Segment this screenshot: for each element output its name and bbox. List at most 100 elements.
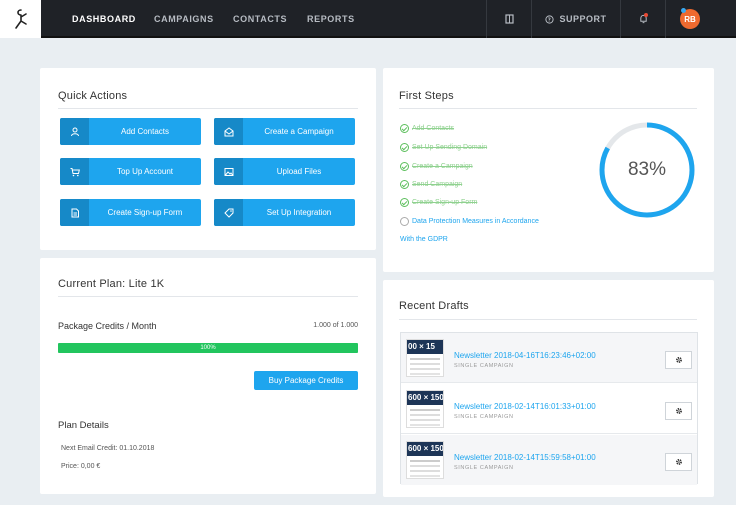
- campaign-icon: [214, 118, 243, 145]
- step-send-campaign[interactable]: Send Campaign: [400, 180, 462, 189]
- step-label: Data Protection Measures in Accordance: [412, 218, 539, 225]
- book-button[interactable]: [487, 0, 531, 38]
- divider: [399, 319, 697, 320]
- draft-type: SINGLE CAMPAIGN: [454, 414, 514, 420]
- support-button[interactable]: ? SUPPORT: [532, 0, 620, 38]
- plan-title: Current Plan: Lite 1K: [58, 278, 165, 290]
- button-label: Top Up Account: [116, 167, 174, 176]
- logo-icon: [14, 9, 27, 29]
- first-steps-card: First Steps Add Contacts Set Up Sending …: [383, 68, 714, 272]
- divider: [58, 296, 358, 297]
- draft-row[interactable]: 600 × 150 Newsletter 2018-02-14T16:01:33…: [401, 384, 697, 434]
- nav-dashboard[interactable]: DASHBOARD: [72, 0, 136, 38]
- draft-row[interactable]: 600 × 150 Newsletter 2018-02-14T15:59:58…: [401, 435, 697, 485]
- gear-icon: [675, 357, 682, 363]
- draft-settings-button[interactable]: [665, 402, 692, 420]
- check-icon: [400, 180, 409, 189]
- nav-campaigns[interactable]: CAMPAIGNS: [154, 0, 214, 38]
- image-icon: [214, 158, 243, 185]
- step-label: Create a Campaign: [412, 163, 473, 170]
- next-email-credit: Next Email Credit: 01.10.2018: [61, 445, 155, 452]
- card-title: Recent Drafts: [399, 300, 469, 312]
- status-dot: [681, 8, 686, 13]
- pending-icon: [400, 217, 409, 226]
- check-icon: [400, 124, 409, 133]
- check-icon: [400, 198, 409, 207]
- nav-contacts[interactable]: CONTACTS: [233, 0, 287, 38]
- drafts-list: 00 × 15 Newsletter 2018-04-16T16:23:46+0…: [400, 332, 698, 485]
- thumbnail-lines: [410, 409, 440, 411]
- step-label: Create Sign-up Form: [412, 199, 478, 206]
- draft-settings-button[interactable]: [665, 351, 692, 369]
- add-contacts-button[interactable]: Add Contacts: [60, 118, 201, 145]
- quick-actions-card: Quick Actions Add Contacts Create a Camp…: [40, 68, 376, 250]
- gear-icon: [675, 459, 682, 465]
- credits-value: 1.000 of 1.000: [313, 322, 358, 329]
- draft-title-link[interactable]: Newsletter 2018-04-16T16:23:46+02:00: [454, 351, 596, 360]
- notification-badge: [644, 13, 648, 17]
- thumbnail-placeholder: 600 × 150: [407, 442, 443, 456]
- thumbnail-lines: [410, 358, 440, 360]
- app-logo[interactable]: [0, 0, 41, 38]
- svg-text:?: ?: [548, 17, 552, 23]
- draft-title-link[interactable]: Newsletter 2018-02-14T16:01:33+01:00: [454, 402, 596, 411]
- divider: [665, 0, 666, 38]
- draft-thumbnail: 600 × 150: [406, 390, 444, 428]
- recent-drafts-card: Recent Drafts 00 × 15 Newsletter 2018-04…: [383, 280, 714, 497]
- divider: [399, 108, 697, 109]
- step-signup-form[interactable]: Create Sign-up Form: [400, 198, 477, 207]
- credits-label: Package Credits / Month: [58, 321, 157, 331]
- step-label: Send Campaign: [412, 181, 463, 188]
- create-signup-form-button[interactable]: Create Sign-up Form: [60, 199, 201, 226]
- completion-percent: 83%: [627, 159, 667, 180]
- top-up-account-button[interactable]: Top Up Account: [60, 158, 201, 185]
- tag-icon: [214, 199, 243, 226]
- button-label: Upload Files: [276, 167, 322, 176]
- card-title: Quick Actions: [58, 90, 128, 102]
- step-label: Add Contacts: [412, 125, 455, 132]
- card-title: First Steps: [399, 90, 454, 102]
- step-gdpr[interactable]: Data Protection Measures in Accordance: [400, 217, 539, 226]
- draft-settings-button[interactable]: [665, 453, 692, 471]
- top-navigation-bar: DASHBOARD CAMPAIGNS CONTACTS REPORTS ? S…: [0, 0, 736, 38]
- step-sending-domain[interactable]: Set Up Sending Domain: [400, 143, 487, 152]
- draft-row[interactable]: 00 × 15 Newsletter 2018-04-16T16:23:46+0…: [401, 333, 697, 383]
- draft-type: SINGLE CAMPAIGN: [454, 465, 514, 471]
- button-label: Create Sign-up Form: [107, 208, 183, 217]
- step-add-contacts[interactable]: Add Contacts: [400, 124, 454, 133]
- nav-reports[interactable]: REPORTS: [307, 0, 355, 38]
- step-label: Set Up Sending Domain: [412, 144, 488, 151]
- gear-icon: [675, 408, 682, 414]
- step-gdpr-continued[interactable]: With the GDPR: [400, 236, 448, 243]
- thumbnail-placeholder: 600 × 150: [407, 391, 443, 405]
- cart-icon: [60, 158, 89, 185]
- set-up-integration-button[interactable]: Set Up Integration: [214, 199, 355, 226]
- upload-files-button[interactable]: Upload Files: [214, 158, 355, 185]
- thumbnail-lines: [410, 460, 440, 462]
- credits-progress-bar: 100%: [58, 343, 358, 353]
- check-icon: [400, 162, 409, 171]
- support-label: SUPPORT: [559, 14, 607, 24]
- button-label: Add Contacts: [120, 127, 170, 136]
- check-icon: [400, 143, 409, 152]
- draft-thumbnail: 600 × 150: [406, 441, 444, 479]
- draft-thumbnail: 00 × 15: [406, 339, 444, 377]
- progress-label: 100%: [200, 345, 216, 351]
- thumbnail-placeholder: 00 × 15: [407, 340, 443, 354]
- form-icon: [60, 199, 89, 226]
- notifications-button[interactable]: [621, 0, 665, 38]
- buy-package-credits-button[interactable]: Buy Package Credits: [254, 371, 358, 390]
- button-label: Set Up Integration: [266, 208, 332, 217]
- draft-type: SINGLE CAMPAIGN: [454, 363, 514, 369]
- help-icon: ?: [545, 14, 555, 24]
- plan-details-heading: Plan Details: [58, 420, 109, 431]
- book-icon: [504, 14, 514, 24]
- plan-price: Price: 0,00 €: [61, 463, 101, 470]
- step-create-campaign[interactable]: Create a Campaign: [400, 162, 473, 171]
- contacts-icon: [60, 118, 89, 145]
- button-label: Create a Campaign: [264, 127, 334, 136]
- current-plan-card: Current Plan: Lite 1K Package Credits / …: [40, 258, 376, 494]
- draft-title-link[interactable]: Newsletter 2018-02-14T15:59:58+01:00: [454, 453, 596, 462]
- divider: [58, 108, 358, 109]
- create-campaign-button[interactable]: Create a Campaign: [214, 118, 355, 145]
